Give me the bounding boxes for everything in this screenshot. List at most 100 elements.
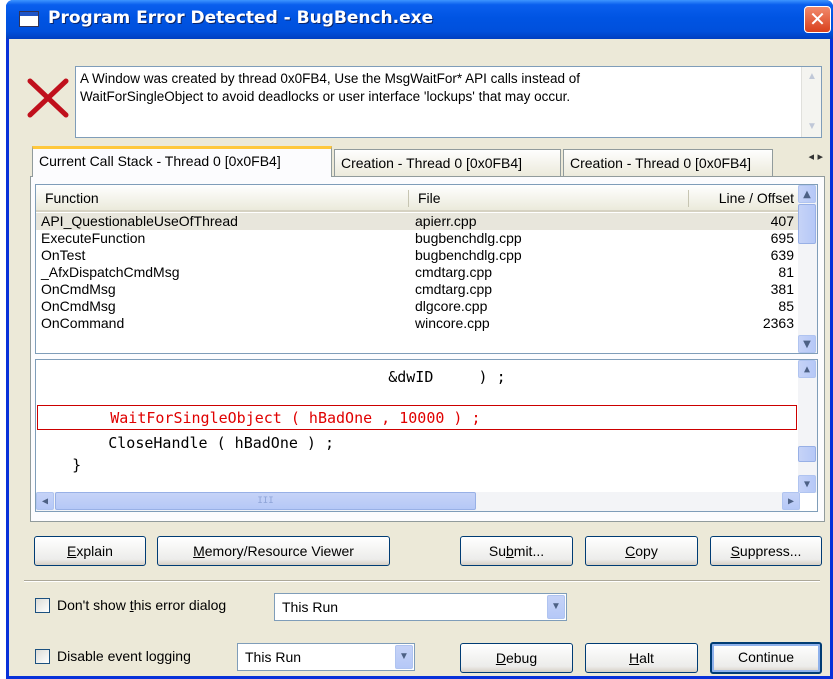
- window-title: Program Error Detected - BugBench.exe: [48, 8, 434, 28]
- tab-strip: Current Call Stack - Thread 0 [0x0FB4] C…: [30, 146, 825, 177]
- logging-scope-select[interactable]: This Run ▼: [237, 643, 415, 671]
- dont-show-scope-select[interactable]: This Run ▼: [274, 593, 567, 621]
- cell-file: cmdtarg.cpp: [415, 281, 493, 297]
- select-value: This Run: [282, 599, 339, 615]
- scroll-down-icon[interactable]: ▼: [798, 335, 816, 353]
- divider: [24, 580, 820, 582]
- button-mnemonic: E: [67, 543, 77, 559]
- scroll-right-icon[interactable]: ▶: [782, 492, 800, 510]
- continue-button[interactable]: Continue: [710, 642, 822, 674]
- explain-button[interactable]: Explain: [34, 536, 146, 566]
- button-label: alt: [639, 650, 654, 666]
- button-label: ebug: [505, 650, 538, 666]
- error-message-line: A Window was created by thread 0x0FB4, U…: [80, 71, 580, 86]
- source-vertical-scrollbar[interactable]: ▲ ▼: [798, 360, 817, 493]
- scroll-thumb[interactable]: [798, 446, 816, 462]
- tab-creation-1[interactable]: Creation - Thread 0 [0x0FB4]: [334, 149, 561, 176]
- cell-function: OnCommand: [41, 315, 125, 331]
- cell-file: apierr.cpp: [415, 213, 477, 229]
- debug-button[interactable]: Debug: [460, 643, 573, 673]
- table-row[interactable]: OnCommand wincore.cpp 2363: [36, 315, 800, 332]
- close-button[interactable]: ✕: [804, 6, 831, 33]
- scroll-left-icon[interactable]: ◀: [36, 492, 54, 510]
- cell-line: 81: [778, 264, 794, 280]
- cell-file: wincore.cpp: [415, 315, 490, 331]
- column-header-file[interactable]: File: [418, 190, 441, 206]
- button-label: mit...: [513, 543, 545, 559]
- code-line-highlighted: WaitForSingleObject ( hBadOne , 10000 ) …: [37, 405, 797, 430]
- scroll-down-icon[interactable]: ▼: [803, 118, 821, 136]
- halt-button[interactable]: Halt: [585, 643, 698, 673]
- button-label: emory/Resource Viewer: [204, 543, 354, 559]
- call-stack-scrollbar[interactable]: ▲ ▼: [798, 185, 817, 353]
- table-row[interactable]: API_QuestionableUseOfThread apierr.cpp 4…: [36, 213, 800, 230]
- cell-function: ExecuteFunction: [41, 230, 146, 246]
- scroll-up-icon[interactable]: ▲: [798, 360, 816, 378]
- column-divider[interactable]: [408, 190, 409, 207]
- button-mnemonic: C: [625, 543, 636, 559]
- table-row[interactable]: _AfxDispatchCmdMsg cmdtarg.cpp 81: [36, 264, 800, 281]
- dont-show-label: Don't show this error dialog: [57, 597, 227, 613]
- cell-line: 2363: [762, 315, 794, 331]
- error-message-line: WaitForSingleObject to avoid deadlocks o…: [80, 89, 571, 104]
- table-row[interactable]: OnTest bugbenchdlg.cpp 639: [36, 247, 800, 264]
- code-line: &dwID ) ;: [36, 368, 506, 386]
- suppress-button[interactable]: Suppress...: [710, 536, 822, 566]
- scroll-up-icon[interactable]: ▲: [798, 185, 816, 203]
- call-stack-list[interactable]: Function File Line / Offset API_Question…: [35, 184, 818, 354]
- cell-file: bugbenchdlg.cpp: [415, 247, 522, 263]
- column-divider[interactable]: [688, 190, 689, 207]
- source-code-view[interactable]: &dwID ) ; WaitForSingleObject ( hBadOne …: [35, 359, 818, 512]
- cell-file: cmdtarg.cpp: [415, 264, 493, 280]
- cell-function: OnCmdMsg: [41, 298, 116, 314]
- table-row[interactable]: ExecuteFunction bugbenchdlg.cpp 695: [36, 230, 800, 247]
- scroll-down-icon[interactable]: ▼: [798, 475, 816, 493]
- cell-function: OnCmdMsg: [41, 281, 116, 297]
- message-scrollbar[interactable]: ▲ ▼: [801, 67, 821, 137]
- cell-function: API_QuestionableUseOfThread: [41, 213, 238, 229]
- list-header: Function File Line / Offset: [36, 185, 800, 212]
- button-mnemonic: b: [505, 543, 514, 559]
- tab-scroll-arrows-icon[interactable]: ◂ ▸: [808, 150, 823, 163]
- cell-line: 695: [770, 230, 794, 246]
- dont-show-checkbox[interactable]: [35, 598, 50, 613]
- tab-creation-2[interactable]: Creation - Thread 0 [0x0FB4]: [563, 149, 773, 176]
- tab-current-call-stack[interactable]: Current Call Stack - Thread 0 [0x0FB4]: [32, 146, 332, 177]
- cell-function: _AfxDispatchCmdMsg: [41, 264, 180, 280]
- code-line: }: [36, 456, 82, 474]
- call-stack-rows: API_QuestionableUseOfThread apierr.cpp 4…: [36, 213, 800, 332]
- scroll-thumb[interactable]: [798, 204, 816, 244]
- title-bar[interactable]: Program Error Detected - BugBench.exe ✕: [6, 0, 833, 39]
- chevron-down-icon[interactable]: ▼: [395, 645, 413, 669]
- x-error-icon: [27, 78, 69, 118]
- cell-line: 639: [770, 247, 794, 263]
- button-mnemonic: H: [629, 650, 640, 666]
- window-app-icon: [19, 11, 39, 27]
- button-label: opy: [635, 543, 658, 559]
- scroll-thumb[interactable]: III: [55, 492, 476, 510]
- button-mnemonic: D: [495, 650, 506, 666]
- cell-line: 407: [770, 213, 794, 229]
- table-row[interactable]: OnCmdMsg dlgcore.cpp 85: [36, 298, 800, 315]
- column-header-function[interactable]: Function: [45, 190, 99, 206]
- source-horizontal-scrollbar[interactable]: ◀ III ▶: [36, 492, 800, 511]
- error-message: A Window was created by thread 0x0FB4, U…: [75, 66, 822, 138]
- scroll-up-icon[interactable]: ▲: [803, 68, 821, 86]
- memory-resource-viewer-button[interactable]: Memory/Resource Viewer: [157, 536, 390, 566]
- table-row[interactable]: OnCmdMsg cmdtarg.cpp 381: [36, 281, 800, 298]
- button-mnemonic: M: [193, 543, 205, 559]
- chevron-down-icon[interactable]: ▼: [547, 595, 565, 619]
- code-line: CloseHandle ( hBadOne ) ;: [36, 434, 335, 452]
- disable-logging-checkbox[interactable]: [35, 649, 50, 664]
- cell-file: dlgcore.cpp: [415, 298, 488, 314]
- select-value: This Run: [245, 649, 302, 665]
- button-mnemonic: S: [730, 543, 740, 559]
- button-label: Su: [488, 543, 506, 559]
- tab-panel: Function File Line / Offset API_Question…: [30, 176, 825, 522]
- copy-button[interactable]: Copy: [585, 536, 698, 566]
- disable-logging-label: Disable event logging: [57, 648, 191, 664]
- column-header-line-offset[interactable]: Line / Offset: [719, 190, 794, 206]
- cell-line: 85: [778, 298, 794, 314]
- submit-button[interactable]: Submit...: [460, 536, 573, 566]
- cell-file: bugbenchdlg.cpp: [415, 230, 522, 246]
